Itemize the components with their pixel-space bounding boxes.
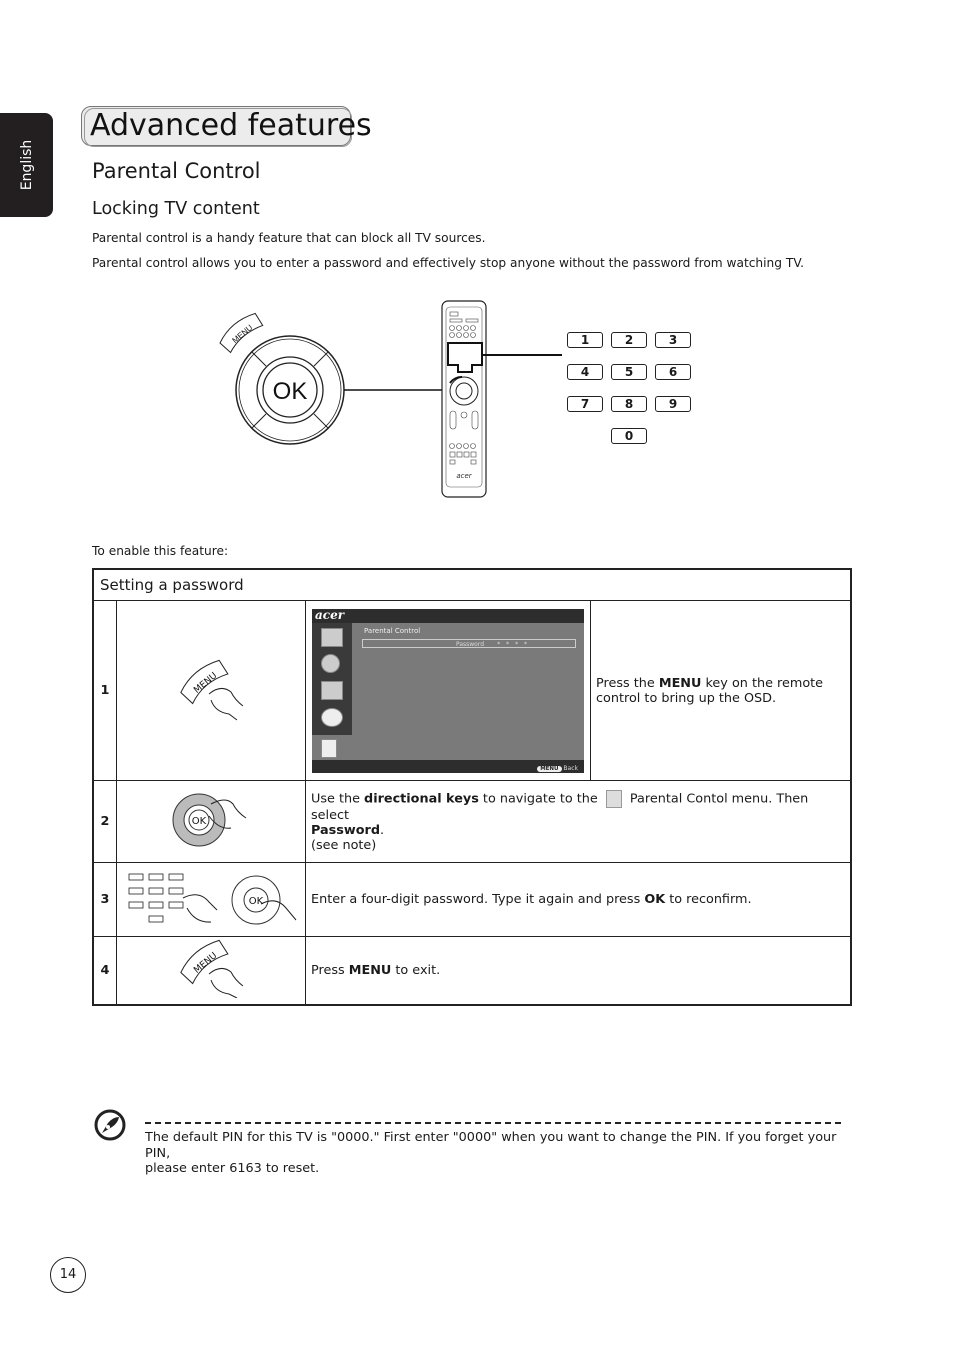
- picture-icon: [321, 627, 343, 647]
- page-title: Advanced features: [90, 108, 372, 143]
- step-number: 2: [92, 780, 117, 863]
- remote-brand: acer: [456, 472, 472, 480]
- svg-text:OK: OK: [249, 896, 264, 907]
- remote-control-icon: acer: [441, 300, 487, 498]
- audio-icon: [321, 653, 340, 673]
- step-number: 3: [92, 862, 117, 937]
- language-tab: English: [0, 113, 53, 217]
- keypad-key: 1: [567, 332, 603, 348]
- menu-key-press-icon: MENU: [116, 936, 306, 1005]
- step-description: Use the directional keys to navigate to …: [305, 780, 852, 863]
- osd-password-row: Password * * * *: [362, 638, 576, 648]
- channel-icon: [321, 680, 343, 700]
- keypad-and-ok-press-icon: OK: [116, 862, 306, 937]
- step-number: 4: [92, 936, 117, 1005]
- step-description: Press the MENU key on the remote control…: [590, 600, 852, 781]
- keypad-key: 6: [655, 364, 691, 380]
- enable-intro: To enable this feature:: [92, 544, 229, 558]
- step-description: Press MENU to exit.: [305, 936, 852, 1005]
- keypad-key: 9: [655, 396, 691, 412]
- keypad-key: 3: [655, 332, 691, 348]
- intro-paragraph-2: Parental control allows you to enter a p…: [92, 256, 804, 270]
- parental-control-icon: [321, 738, 337, 758]
- keypad-key: 5: [611, 364, 647, 380]
- menu-key-press-icon: MENU: [116, 600, 306, 781]
- note-text: The default PIN for this TV is "0000." F…: [145, 1130, 837, 1176]
- ok-label: OK: [273, 378, 308, 405]
- table-row: 2 OK Use the directional keys to navigat…: [92, 780, 852, 863]
- section-subtitle: Locking TV content: [92, 199, 260, 219]
- keypad-key: 4: [567, 364, 603, 380]
- table-row: 3 OK Enter a four-digit password. Type i…: [92, 862, 852, 937]
- language-label: English: [18, 139, 35, 191]
- osd-menu-key: MENU: [537, 765, 562, 772]
- section-title: Parental Control: [92, 159, 261, 183]
- settings-icon: [321, 707, 343, 727]
- table-row: 4 MENU Press MENU to exit.: [92, 936, 852, 1005]
- page-number: 14: [50, 1257, 86, 1293]
- directional-keys-press-icon: OK: [116, 780, 306, 863]
- keypad-key: 2: [611, 332, 647, 348]
- parental-control-menu-icon: [605, 790, 622, 808]
- steps-table: Setting a password 1 MENU acer Parental …: [92, 568, 852, 1006]
- osd-screenshot: acer Parental Control Password * * * * ME…: [305, 600, 591, 781]
- note-pen-icon: [94, 1109, 126, 1141]
- table-header: Setting a password: [92, 568, 852, 601]
- keypad-key: 0: [611, 428, 647, 444]
- step-number: 1: [92, 600, 117, 781]
- step-description: Enter a four-digit password. Type it aga…: [305, 862, 852, 937]
- osd-menu-title: Parental Control: [364, 626, 421, 635]
- note-divider: [145, 1122, 841, 1124]
- keypad-key: 8: [611, 396, 647, 412]
- ok-dial-icon: OK: [235, 335, 345, 445]
- intro-paragraph-1: Parental control is a handy feature that…: [92, 231, 486, 245]
- keypad-key: 7: [567, 396, 603, 412]
- svg-text:OK: OK: [192, 816, 207, 827]
- table-row: 1 MENU acer Parental Control Password * *…: [92, 600, 852, 781]
- osd-brand: acer: [315, 607, 345, 622]
